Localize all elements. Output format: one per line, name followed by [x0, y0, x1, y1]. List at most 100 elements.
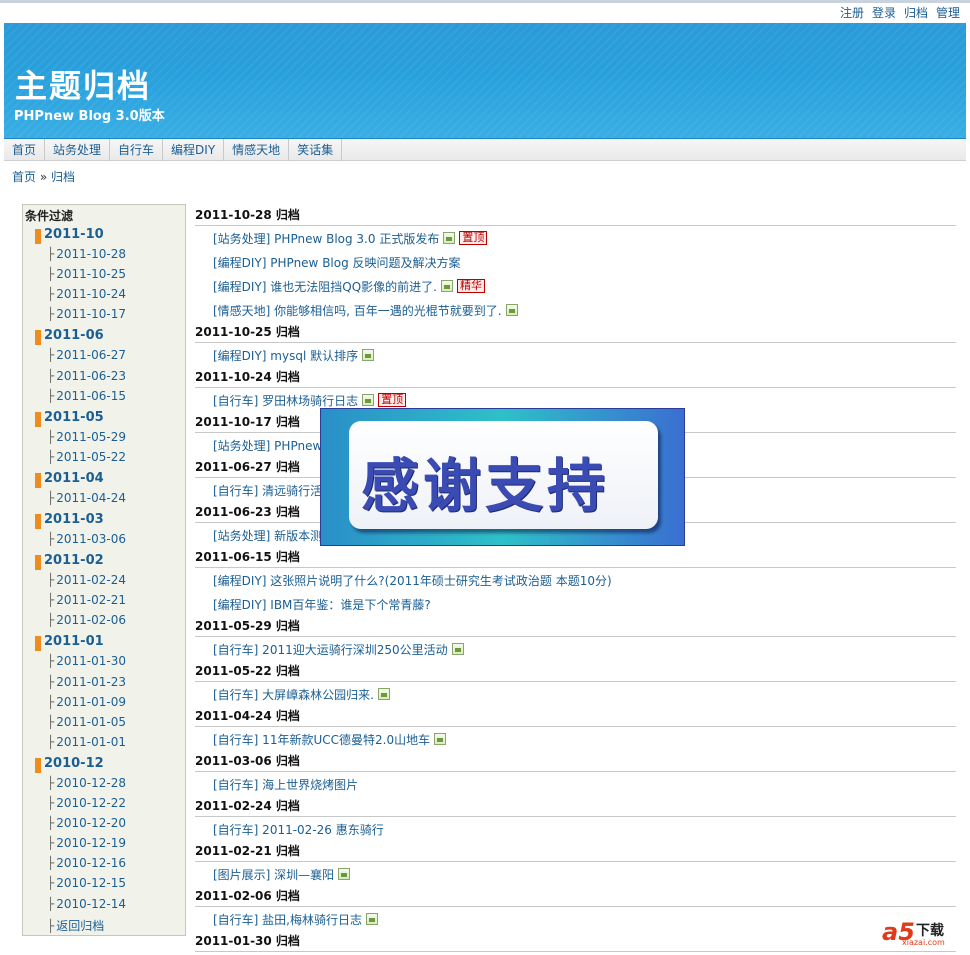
sidebar-day-link[interactable]: ├ 2011-01-30: [47, 654, 126, 668]
nav-programming-diy[interactable]: 编程DIY: [163, 139, 225, 161]
sidebar-day-label: 2011-05-22: [56, 449, 126, 464]
tree-branch-icon: ├: [47, 856, 55, 871]
tree-branch-icon: ├: [47, 836, 55, 851]
sidebar-day-link[interactable]: ├ 2010-12-20: [47, 816, 126, 830]
top-strip: [0, 0, 970, 3]
sidebar-day-link[interactable]: ├ 2011-02-21: [47, 593, 126, 607]
sidebar-month-link[interactable]: 2011-05: [44, 410, 104, 425]
sidebar-day-link[interactable]: ├ 2010-12-28: [47, 776, 126, 790]
tree-branch-icon: ├: [47, 429, 55, 444]
post-title-link[interactable]: [自行车] 盐田,梅林骑行日志: [213, 911, 362, 928]
image-icon: [434, 733, 447, 745]
post-title-link[interactable]: [编程DIY] PHPnew Blog 反映问题及解决方案: [213, 254, 461, 271]
archive-date-heading: 2011-05-22 归档: [195, 660, 956, 682]
post-title-link[interactable]: [自行车] 海上世界烧烤图片: [213, 776, 358, 793]
month-marker-icon: [35, 229, 41, 244]
sidebar-day-label: 2011-01-30: [56, 654, 126, 669]
sidebar-day-link[interactable]: ├ 2011-10-17: [47, 307, 126, 321]
nav-emotion[interactable]: 情感天地: [224, 139, 290, 161]
nav-jokes[interactable]: 笑话集: [289, 139, 343, 161]
tree-branch-icon: ├: [47, 573, 55, 588]
archive-date-heading: 2011-03-06 归档: [195, 750, 956, 772]
sidebar-month-link[interactable]: 2011-04: [44, 471, 104, 486]
tree-branch-icon: ├: [47, 796, 55, 810]
sidebar-day-link[interactable]: ├ 2011-02-24: [47, 573, 126, 587]
tree-branch-icon: ├: [47, 267, 55, 282]
sidebar-day-link[interactable]: ├ 2011-01-05: [47, 715, 126, 729]
sidebar-day-link[interactable]: ├ 2011-01-01: [47, 735, 126, 749]
month-marker-icon: [35, 411, 41, 427]
post-title-link[interactable]: [编程DIY] IBM百年鉴：谁是下个常青藤?: [213, 596, 431, 613]
tree-branch-icon: ├: [47, 896, 55, 911]
sidebar-day-link[interactable]: ├ 2011-05-22: [47, 450, 126, 464]
post-title-link[interactable]: [图片展示] 深圳—襄阳: [213, 866, 334, 883]
post-title-link[interactable]: [情感天地] 你能够相信吗, 百年一遇的光棍节就要到了.: [213, 302, 502, 319]
admin-link[interactable]: 管理: [936, 4, 960, 22]
sidebar-month-link[interactable]: 2011-06: [44, 328, 104, 343]
archive-post: [编程DIY] PHPnew Blog 反映问题及解决方案: [213, 252, 461, 272]
sidebar-day-link[interactable]: ├ 2010-12-16: [47, 856, 126, 870]
tree-branch-icon: ├: [47, 613, 55, 628]
post-title-link[interactable]: [站务处理] 新版本测: [213, 527, 322, 544]
sidebar-day-link[interactable]: ├ 2010-12-19: [47, 836, 126, 850]
post-title-link[interactable]: [站务处理] PHPnew Blog 3.0 正式版发布: [213, 230, 439, 247]
sidebar-day-link[interactable]: ├ 2011-10-25: [47, 267, 126, 281]
sidebar-day-link[interactable]: ├ 2011-02-06: [47, 613, 126, 627]
sidebar-month-link[interactable]: 2010-12: [44, 756, 104, 771]
sidebar-day-label: 2011-02-21: [56, 593, 126, 608]
post-title-link[interactable]: [自行车] 2011-02-26 惠东骑行: [213, 821, 384, 838]
back-to-archive-link[interactable]: ├ 返回归档: [47, 917, 104, 934]
archive-post: [自行车] 海上世界烧烤图片: [213, 774, 358, 794]
sidebar-month-link[interactable]: 2011-10: [44, 227, 104, 242]
sidebar-month-link[interactable]: 2011-01: [44, 634, 104, 649]
post-title-link[interactable]: [自行车] 2011迎大运骑行深圳250公里活动: [213, 641, 448, 658]
tree-branch-icon: ├: [47, 348, 55, 363]
breadcrumb-current[interactable]: 归档: [51, 170, 75, 184]
post-title-link[interactable]: [自行车] 清远骑行活动: [213, 482, 334, 499]
post-title-link[interactable]: [自行车] 罗田林场骑行日志: [213, 392, 358, 409]
nav-home[interactable]: 首页: [4, 139, 46, 161]
thanks-text: 感谢支持: [361, 452, 610, 520]
sidebar-day-link[interactable]: ├ 2011-04-24: [47, 491, 126, 505]
sidebar-day-link[interactable]: ├ 2011-05-29: [47, 430, 126, 444]
archive-date-heading: 2011-02-06 归档: [195, 885, 956, 907]
sidebar-day-label: 2011-02-24: [56, 573, 126, 588]
archive-date-heading: 2011-05-29 归档: [195, 615, 956, 637]
sidebar-day-link[interactable]: ├ 2011-01-09: [47, 695, 126, 709]
archive-link[interactable]: 归档: [904, 4, 928, 22]
sidebar-day-link[interactable]: ├ 2011-06-23: [47, 369, 126, 383]
register-link[interactable]: 注册: [840, 4, 864, 22]
post-title-link[interactable]: [编程DIY] 谁也无法阻挡QQ影像的前进了.: [213, 278, 437, 295]
sidebar-month: 2011-03: [23, 511, 185, 531]
sidebar-day-label: 2011-10-24: [56, 287, 126, 302]
sidebar-month-link[interactable]: 2011-03: [44, 512, 104, 527]
post-title-link[interactable]: [编程DIY] mysql 默认排序: [213, 347, 358, 364]
sidebar-day-link[interactable]: ├ 2011-10-28: [47, 247, 126, 261]
sidebar-day-link[interactable]: ├ 2011-01-23: [47, 675, 126, 689]
sidebar-day-label: 2010-12-20: [56, 816, 126, 831]
nav-site-affairs[interactable]: 站务处理: [45, 139, 111, 161]
watermark-label: 下载: [916, 923, 944, 939]
post-title-link[interactable]: [站务处理] PHPnew: [213, 437, 322, 454]
archive-date-heading: 2011-04-24 归档: [195, 705, 956, 727]
sidebar-day-link[interactable]: ├ 2011-06-15: [47, 389, 126, 403]
breadcrumb-home[interactable]: 首页: [12, 170, 36, 184]
archive-date-label: 2011-10-17 归档: [195, 415, 300, 429]
sidebar-day-link[interactable]: ├ 2011-06-27: [47, 348, 126, 362]
sidebar-day-link[interactable]: ├ 2010-12-14: [47, 897, 126, 911]
post-title-link[interactable]: [自行车] 大屏嶂森林公园归来.: [213, 686, 374, 703]
tree-branch-icon: ├: [47, 532, 55, 546]
sidebar-day-link[interactable]: ├ 2011-03-06: [47, 532, 126, 546]
sidebar-month-link[interactable]: 2011-02: [44, 553, 104, 568]
login-link[interactable]: 登录: [872, 4, 896, 22]
post-title-link[interactable]: [自行车] 11年新款UCC德曼特2.0山地车: [213, 731, 430, 748]
sidebar-day-link[interactable]: ├ 2010-12-15: [47, 876, 126, 890]
tree-branch-icon: ├: [47, 654, 55, 669]
nav-bicycle[interactable]: 自行车: [110, 139, 164, 161]
post-title-link[interactable]: [编程DIY] 这张照片说明了什么?(2011年硕士研究生考试政治题 本题10分…: [213, 572, 612, 589]
tree-branch-icon: ├: [47, 775, 55, 790]
archive-date-label: 2011-02-06 归档: [195, 889, 300, 903]
archive-post: [自行车] 清远骑行活动: [213, 480, 334, 500]
sidebar-day-link[interactable]: ├ 2011-10-24: [47, 287, 126, 301]
sidebar-day-link[interactable]: ├ 2010-12-22: [47, 796, 126, 810]
